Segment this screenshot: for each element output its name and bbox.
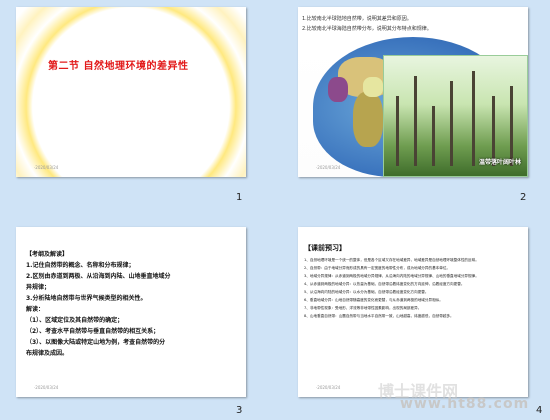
slide-text: 【考纲及解读】 1.记住自然带的概念、名称和分布规律； 2.区别由赤道到两极、从… — [26, 251, 171, 357]
photo-caption: 温带落叶阔叶林 — [478, 159, 521, 166]
slide-heading: 【课前预习】 — [304, 244, 346, 252]
slide-number-3: 3 — [236, 405, 243, 416]
slide-number-1: 1 — [236, 192, 243, 203]
slide-thumbnail-2[interactable]: 1.比较南北半球陆地自然带，说明其差异和原因。 2.比较南北半球海陆自然带分布，… — [298, 7, 528, 177]
slide-thumbnail-3[interactable]: 【考纲及解读】 1.记住自然带的概念、名称和分布规律； 2.区别由赤道到两极、从… — [16, 227, 246, 397]
slide-number-4: 4 — [536, 405, 543, 416]
slide-footer: ·2020/03/24 — [34, 165, 59, 170]
watermark: www.ht88.com — [400, 396, 530, 412]
slide-title: 第二节 自然地理环境的差异性 — [48, 61, 189, 72]
slide-number-2: 2 — [520, 192, 527, 203]
slide-thumbnail-1[interactable]: 第二节 自然地理环境的差异性 ·2020/03/24 — [16, 7, 246, 177]
slide-text: 1、自然地理环境是一个统一的整体，但是各个区域又存在地域差异，地域差异是自然地理… — [304, 258, 479, 318]
slide-text: 1.比较南北半球陆地自然带，说明其差异和原因。 2.比较南北半球海陆自然带分布，… — [302, 16, 432, 32]
slide-footer: ·2020/03/24 — [316, 385, 341, 390]
slide-footer: ·2020/03/24 — [316, 165, 341, 170]
forest-photo: 温带落叶阔叶林 — [383, 55, 528, 177]
slide-footer: ·2020/03/24 — [34, 385, 59, 390]
decorative-rings — [16, 7, 246, 177]
slide-thumbnail-4[interactable]: 【课前预习】 1、自然地理环境是一个统一的整体，但是各个区域又存在地域差异，地域… — [298, 227, 528, 397]
